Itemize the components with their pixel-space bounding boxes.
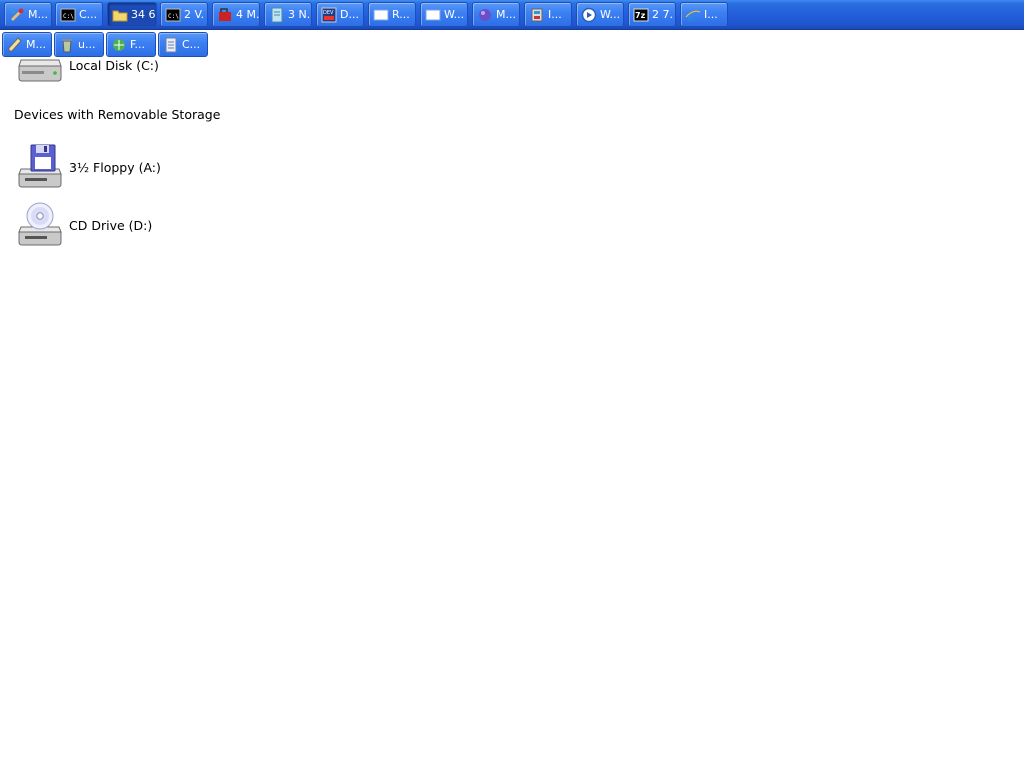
taskbar: M... C:\ C... 34 6 C:\ 2 V. 4 M. 3 N. DE…: [0, 0, 1024, 30]
dev-icon: DEV: [321, 7, 337, 23]
taskbar-button-media-player[interactable]: W...: [576, 2, 624, 27]
drive-item-a[interactable]: 3½ Floppy (A:): [15, 142, 161, 192]
taskbar-button-explorer[interactable]: 34 6: [107, 2, 157, 27]
drive-item-d[interactable]: CD Drive (D:): [15, 200, 152, 250]
cd-drive-icon: [18, 202, 62, 246]
taskbar-button-paint[interactable]: M...: [4, 2, 52, 27]
msn-icon: [477, 7, 493, 23]
pen-icon: [7, 36, 23, 53]
media-player-icon: [581, 7, 597, 23]
command-prompt-icon: C:\: [60, 7, 76, 23]
mail-icon: [217, 7, 233, 23]
window-icon: [373, 7, 389, 23]
installer-icon: [529, 7, 545, 23]
taskbar-row-2: M... u... F... C...: [0, 32, 210, 58]
network-icon: [111, 37, 127, 53]
notepad-icon: [269, 7, 285, 23]
taskbar-button-network[interactable]: F...: [106, 32, 156, 57]
taskbar-button-installer[interactable]: I...: [524, 2, 572, 27]
folder-icon: [112, 7, 128, 23]
taskbar-button-command-prompt-group[interactable]: C:\ 2 V.: [160, 2, 208, 27]
taskbar-button-command-prompt[interactable]: C:\ C...: [55, 2, 103, 27]
recycle-icon: [59, 37, 75, 53]
svg-text:C:\: C:\: [63, 13, 74, 20]
taskbar-button-pen[interactable]: M...: [2, 32, 52, 57]
7zip-icon: 7z: [633, 7, 649, 23]
drive-label-d: CD Drive (D:): [69, 217, 153, 233]
drive-label-c: Local Disk (C:): [69, 57, 159, 73]
taskbar-button-notepad-group[interactable]: 3 N.: [264, 2, 312, 27]
drive-label-a: 3½ Floppy (A:): [69, 159, 161, 175]
taskbar-button-msn[interactable]: M...: [472, 2, 520, 27]
paint-icon: [9, 7, 25, 23]
taskbar-button-mail-group[interactable]: 4 M.: [212, 2, 260, 27]
removable-storage-header: Devices with Removable Storage: [14, 107, 221, 122]
taskbar-button-window-r[interactable]: R...: [368, 2, 416, 27]
floppy-drive-icon: [18, 144, 62, 188]
taskbar-button-document[interactable]: C...: [158, 32, 208, 57]
taskbar-button-recycle[interactable]: u...: [54, 32, 104, 57]
taskbar-button-7zip-group[interactable]: 7z 2 7.: [628, 2, 676, 27]
taskbar-button-dev[interactable]: DEV D...: [316, 2, 364, 27]
svg-text:7z: 7z: [635, 11, 646, 20]
taskbar-button-internet-explorer[interactable]: e I...: [680, 2, 728, 27]
taskbar-button-window-w[interactable]: W...: [420, 2, 468, 27]
explorer-content: Local Disk (C:) Devices with Removable S…: [0, 0, 1024, 768]
window-icon: [425, 7, 441, 23]
document-icon: [163, 37, 179, 53]
svg-text:C:\: C:\: [168, 13, 179, 20]
command-prompt-icon: C:\: [165, 7, 181, 23]
internet-explorer-icon: e: [685, 7, 701, 23]
svg-text:DEV: DEV: [323, 10, 334, 16]
